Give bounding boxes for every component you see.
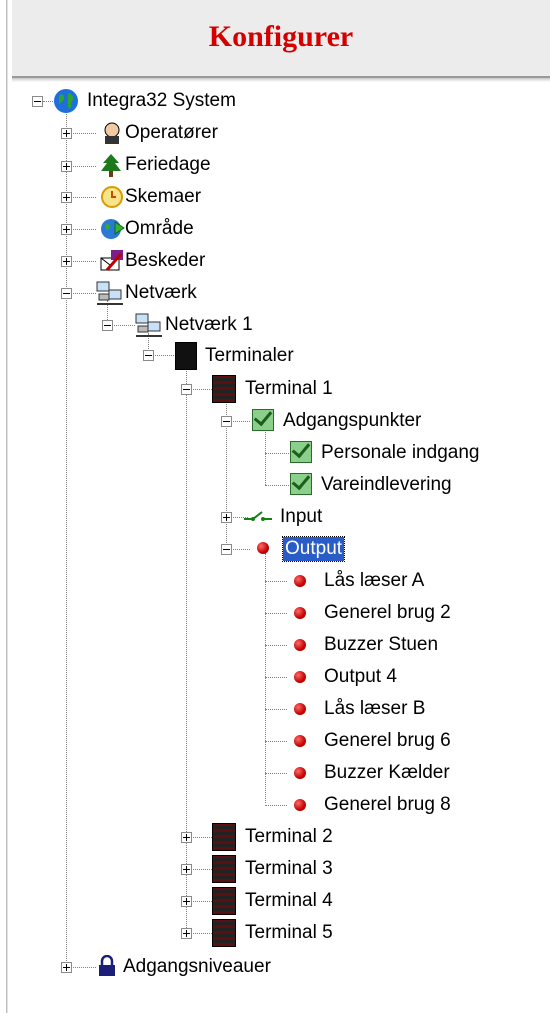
collapse-root-toggle[interactable]: [32, 96, 43, 107]
tree-item-output-2[interactable]: Generel brug 2: [324, 601, 451, 625]
tree-item-output-4[interactable]: Output 4: [324, 665, 397, 689]
tree-item-terminal1[interactable]: Terminal 1: [245, 377, 333, 401]
tree-item-output-8[interactable]: Generel brug 8: [324, 793, 451, 817]
accesspoint-check-icon: [290, 473, 312, 495]
tree-item-schedules[interactable]: Skemaer: [125, 185, 201, 209]
config-tree[interactable]: Integra32 System Operatører Feriedage Sk…: [0, 0, 550, 1013]
output-dot-icon: [294, 607, 306, 619]
expand-terminal2-toggle[interactable]: [181, 832, 192, 843]
tree-h-line: [265, 453, 289, 454]
network-icon: [135, 312, 162, 337]
terminal-icon: [212, 919, 236, 947]
terminals-icon: [175, 342, 197, 370]
output-dot-icon: [294, 671, 306, 683]
accesspoint-check-icon: [290, 441, 312, 463]
message-icon: [99, 248, 123, 272]
expand-schedules-toggle[interactable]: [61, 192, 72, 203]
expand-terminal5-toggle[interactable]: [181, 928, 192, 939]
tree-line-root: [66, 107, 67, 961]
expand-terminal3-toggle[interactable]: [181, 864, 192, 875]
tree-h-line: [265, 613, 287, 614]
tree-item-network1[interactable]: Netværk 1: [165, 313, 253, 337]
tree-item-accesspoints[interactable]: Adgangspunkter: [283, 409, 421, 433]
tree-h-line: [265, 741, 287, 742]
tree-item-accesslevels[interactable]: Adgangsniveauer: [123, 955, 271, 979]
tree-item-holidays[interactable]: Feriedage: [125, 153, 211, 177]
lock-icon: [97, 954, 121, 979]
output-dot-icon: [294, 735, 306, 747]
expand-messages-toggle[interactable]: [61, 256, 72, 267]
output-dot-icon: [257, 542, 269, 554]
terminal-icon: [212, 855, 236, 883]
expand-area-toggle[interactable]: [61, 224, 72, 235]
expand-input-toggle[interactable]: [221, 512, 232, 523]
tree-item-output-5[interactable]: Lås læser B: [324, 697, 425, 721]
tree-item-terminal2[interactable]: Terminal 2: [245, 825, 333, 849]
terminal-icon: [212, 375, 236, 403]
output-dot-icon: [294, 639, 306, 651]
tree-h-line: [265, 709, 287, 710]
tree-item-terminal3[interactable]: Terminal 3: [245, 857, 333, 881]
collapse-network-toggle[interactable]: [61, 288, 72, 299]
tree-item-output-1[interactable]: Lås læser A: [324, 569, 424, 593]
tree-line-terminals: [186, 362, 187, 934]
output-dot-icon: [294, 575, 306, 587]
globe-icon: [53, 88, 78, 113]
tree-item-area[interactable]: Område: [125, 217, 194, 241]
terminal-icon: [212, 823, 236, 851]
switch-icon: [243, 506, 272, 530]
tree-item-terminal4[interactable]: Terminal 4: [245, 889, 333, 913]
collapse-output-toggle[interactable]: [221, 544, 232, 555]
network-icon: [96, 280, 123, 305]
expand-terminal4-toggle[interactable]: [181, 896, 192, 907]
collapse-accesspoints-toggle[interactable]: [221, 416, 232, 427]
tree-h-line: [265, 773, 287, 774]
tree-item-accesspoint-1[interactable]: Personale indgang: [321, 441, 479, 465]
clock-icon: [100, 185, 124, 209]
tree-item-input[interactable]: Input: [280, 505, 322, 529]
tree-line-accesspoints: [265, 425, 266, 485]
tree-item-terminals[interactable]: Terminaler: [205, 344, 294, 368]
expand-accesslevels-toggle[interactable]: [61, 962, 72, 973]
tree-item-output[interactable]: Output: [281, 536, 346, 562]
output-dot-icon: [294, 799, 306, 811]
tree-h-line: [265, 645, 287, 646]
output-dot-icon: [294, 767, 306, 779]
tree-item-messages[interactable]: Beskeder: [125, 249, 205, 273]
terminal-icon: [212, 887, 236, 915]
tree-item-terminal5[interactable]: Terminal 5: [245, 921, 333, 945]
accesspoint-check-icon: [252, 409, 274, 431]
expand-holidays-toggle[interactable]: [61, 161, 72, 172]
tree-h-line: [43, 101, 53, 102]
collapse-network1-toggle[interactable]: [102, 320, 113, 331]
tree-icon: [99, 153, 123, 177]
tree-item-accesspoint-2[interactable]: Vareindlevering: [321, 473, 452, 497]
tree-item-output-7[interactable]: Buzzer Kælder: [324, 761, 450, 785]
tree-h-line: [265, 805, 287, 806]
globe-arrow-icon: [99, 216, 125, 240]
tree-item-operators[interactable]: Operatører: [125, 121, 218, 145]
expand-operators-toggle[interactable]: [61, 128, 72, 139]
tree-item-output-6[interactable]: Generel brug 6: [324, 729, 451, 753]
operator-icon: [100, 121, 124, 145]
output-dot-icon: [294, 703, 306, 715]
tree-h-line: [265, 677, 287, 678]
tree-item-network[interactable]: Netværk: [125, 281, 197, 305]
tree-line-output: [265, 553, 266, 803]
collapse-terminals-toggle[interactable]: [143, 350, 154, 361]
tree-h-line: [265, 581, 287, 582]
tree-h-line: [265, 485, 289, 486]
collapse-terminal1-toggle[interactable]: [181, 384, 192, 395]
tree-item-output-3[interactable]: Buzzer Stuen: [324, 633, 438, 657]
tree-item-root[interactable]: Integra32 System: [87, 89, 236, 113]
